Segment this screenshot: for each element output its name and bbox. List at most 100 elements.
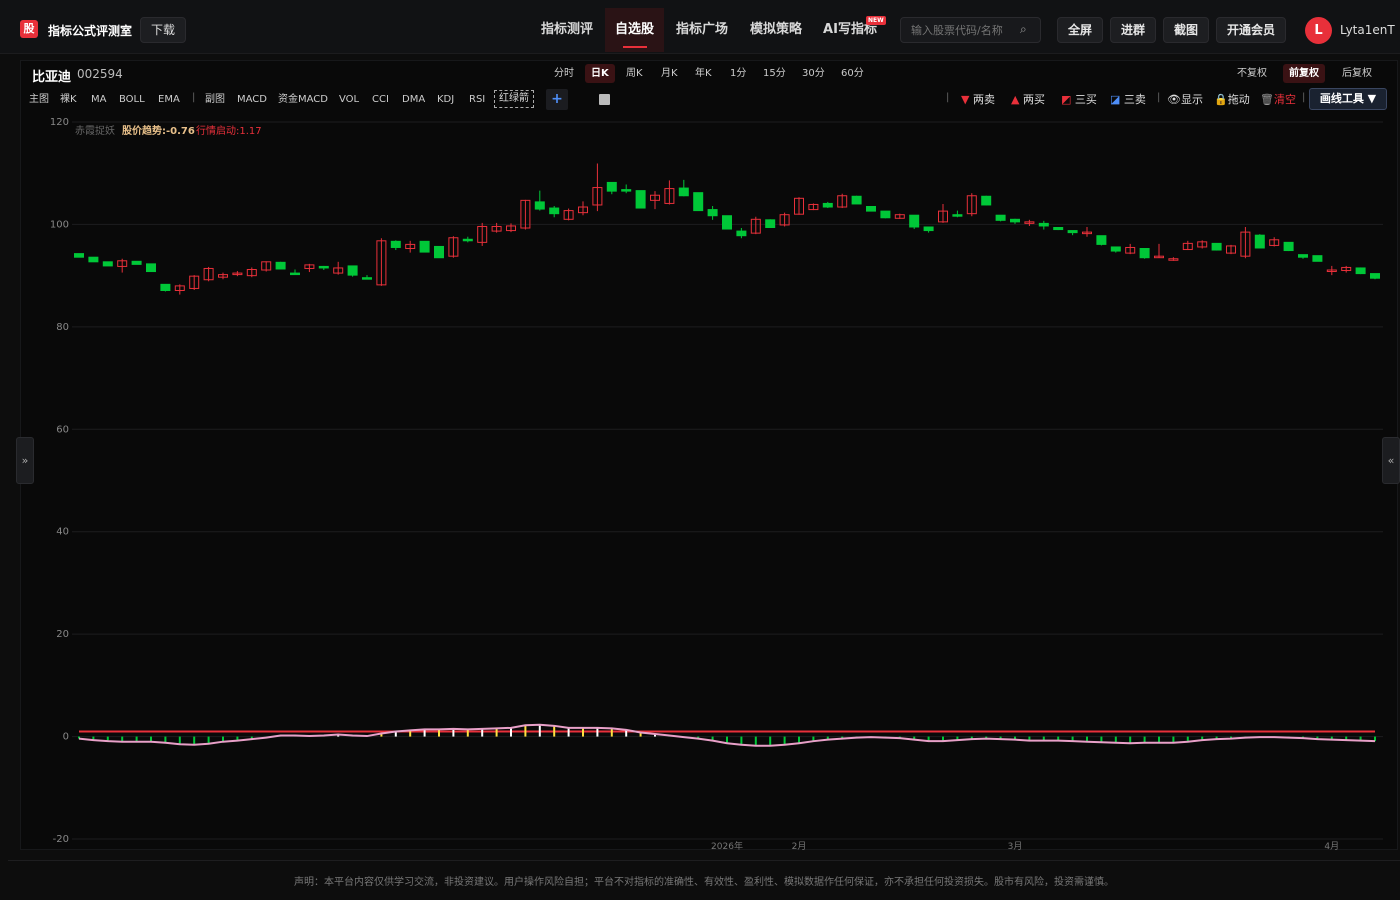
candle-body [693, 192, 704, 212]
candle [750, 216, 761, 235]
candle [736, 228, 747, 239]
candle [794, 197, 804, 215]
y-tick-label: 120 [50, 117, 69, 128]
candle [635, 190, 646, 209]
y-tick-label: 0 [63, 732, 69, 743]
candle [966, 193, 977, 217]
candle [232, 271, 243, 277]
y-tick-label: -20 [53, 834, 69, 845]
candle [1139, 247, 1150, 259]
candle [664, 180, 675, 205]
candle [909, 214, 920, 230]
candle-body [1010, 218, 1020, 223]
candle [131, 260, 142, 265]
x-tick-label: 3月 [1008, 841, 1023, 852]
x-tick-label: 4月 [1324, 841, 1339, 852]
candle [722, 215, 732, 230]
x-axis: 2026年 2月 3月 4月 [711, 840, 1339, 852]
candle [1326, 265, 1337, 276]
y-tick-label: 40 [56, 527, 69, 538]
candle [938, 203, 948, 223]
candle [1168, 257, 1179, 261]
candle-body [1110, 246, 1121, 252]
candle-body [1067, 230, 1078, 234]
candle [606, 181, 617, 195]
chart-legend: 赤霞捉妖 股价趋势:-0.76 行情启动:1.17 [75, 124, 262, 137]
candle [275, 261, 286, 270]
candle [837, 193, 848, 209]
candle [1283, 241, 1294, 252]
candle [1341, 265, 1352, 273]
candle [808, 203, 819, 211]
candle [578, 201, 588, 216]
candle [88, 256, 99, 263]
candle-body [534, 201, 545, 210]
candle-body [952, 214, 963, 217]
candle [1211, 242, 1222, 251]
candle-body [318, 265, 329, 269]
candle-body [362, 277, 372, 280]
candle-body [1312, 255, 1323, 262]
candle [1024, 219, 1035, 226]
x-tick-label: 2026年 [711, 840, 743, 852]
candle [1125, 243, 1136, 255]
candle-body [1096, 235, 1107, 245]
candle [1226, 244, 1236, 255]
candle [304, 263, 315, 273]
legend-trend: 股价趋势:-0.76 [122, 124, 195, 137]
y-tick-label: 100 [50, 219, 69, 230]
candle-body [981, 195, 992, 206]
y-tick-label: 60 [56, 424, 69, 435]
disclaimer-footer: 声明：本平台内容仅供学习交流，非投资建议。用户操作风险自担；平台不对指标的准确性… [8, 860, 1400, 900]
candle [405, 240, 416, 253]
candle [621, 184, 632, 194]
candle-body [1139, 247, 1150, 259]
candle-body [923, 226, 934, 232]
candle-body [621, 189, 632, 192]
candle [1254, 234, 1265, 249]
candle [117, 258, 128, 273]
candle [1154, 243, 1164, 259]
candle-body [736, 230, 747, 237]
candle [189, 275, 200, 290]
candlestick-chart[interactable]: 120 100 80 60 40 20 0 -20 2026年 2月 3月 4月 赤霞捉妖 股价趋势:… [0, 0, 1400, 900]
candle-body [146, 263, 156, 273]
candle [851, 195, 862, 205]
candle [1197, 240, 1208, 249]
candle [419, 240, 430, 253]
candle-body [160, 283, 171, 291]
candle [261, 261, 272, 272]
candle-body [419, 240, 430, 253]
candle [477, 222, 488, 246]
candle-body [606, 181, 617, 192]
candle [1010, 218, 1020, 224]
candle-body [549, 207, 560, 215]
candle [1355, 267, 1366, 275]
candle [693, 192, 704, 212]
candle [333, 261, 344, 275]
candle [866, 206, 876, 212]
candle [462, 236, 473, 243]
candle [1312, 255, 1323, 262]
candle [1269, 237, 1280, 247]
candle [650, 191, 660, 210]
candle-body [866, 206, 876, 212]
candle [1110, 246, 1121, 253]
candle-body [851, 195, 862, 205]
candle [534, 190, 545, 211]
candle [592, 163, 603, 212]
candle [520, 199, 531, 230]
candle [1096, 235, 1107, 246]
x-tick-label: 2月 [792, 841, 807, 852]
candle-body [1283, 241, 1294, 252]
candle [160, 283, 171, 292]
candle [822, 201, 833, 209]
candle [434, 245, 444, 259]
y-tick-label: 80 [56, 322, 69, 333]
candle-body [1254, 234, 1265, 249]
candle [880, 210, 891, 219]
candle-body [390, 240, 401, 248]
candle-body [678, 187, 689, 197]
candle-body [1370, 273, 1380, 279]
candle-body [707, 209, 718, 217]
